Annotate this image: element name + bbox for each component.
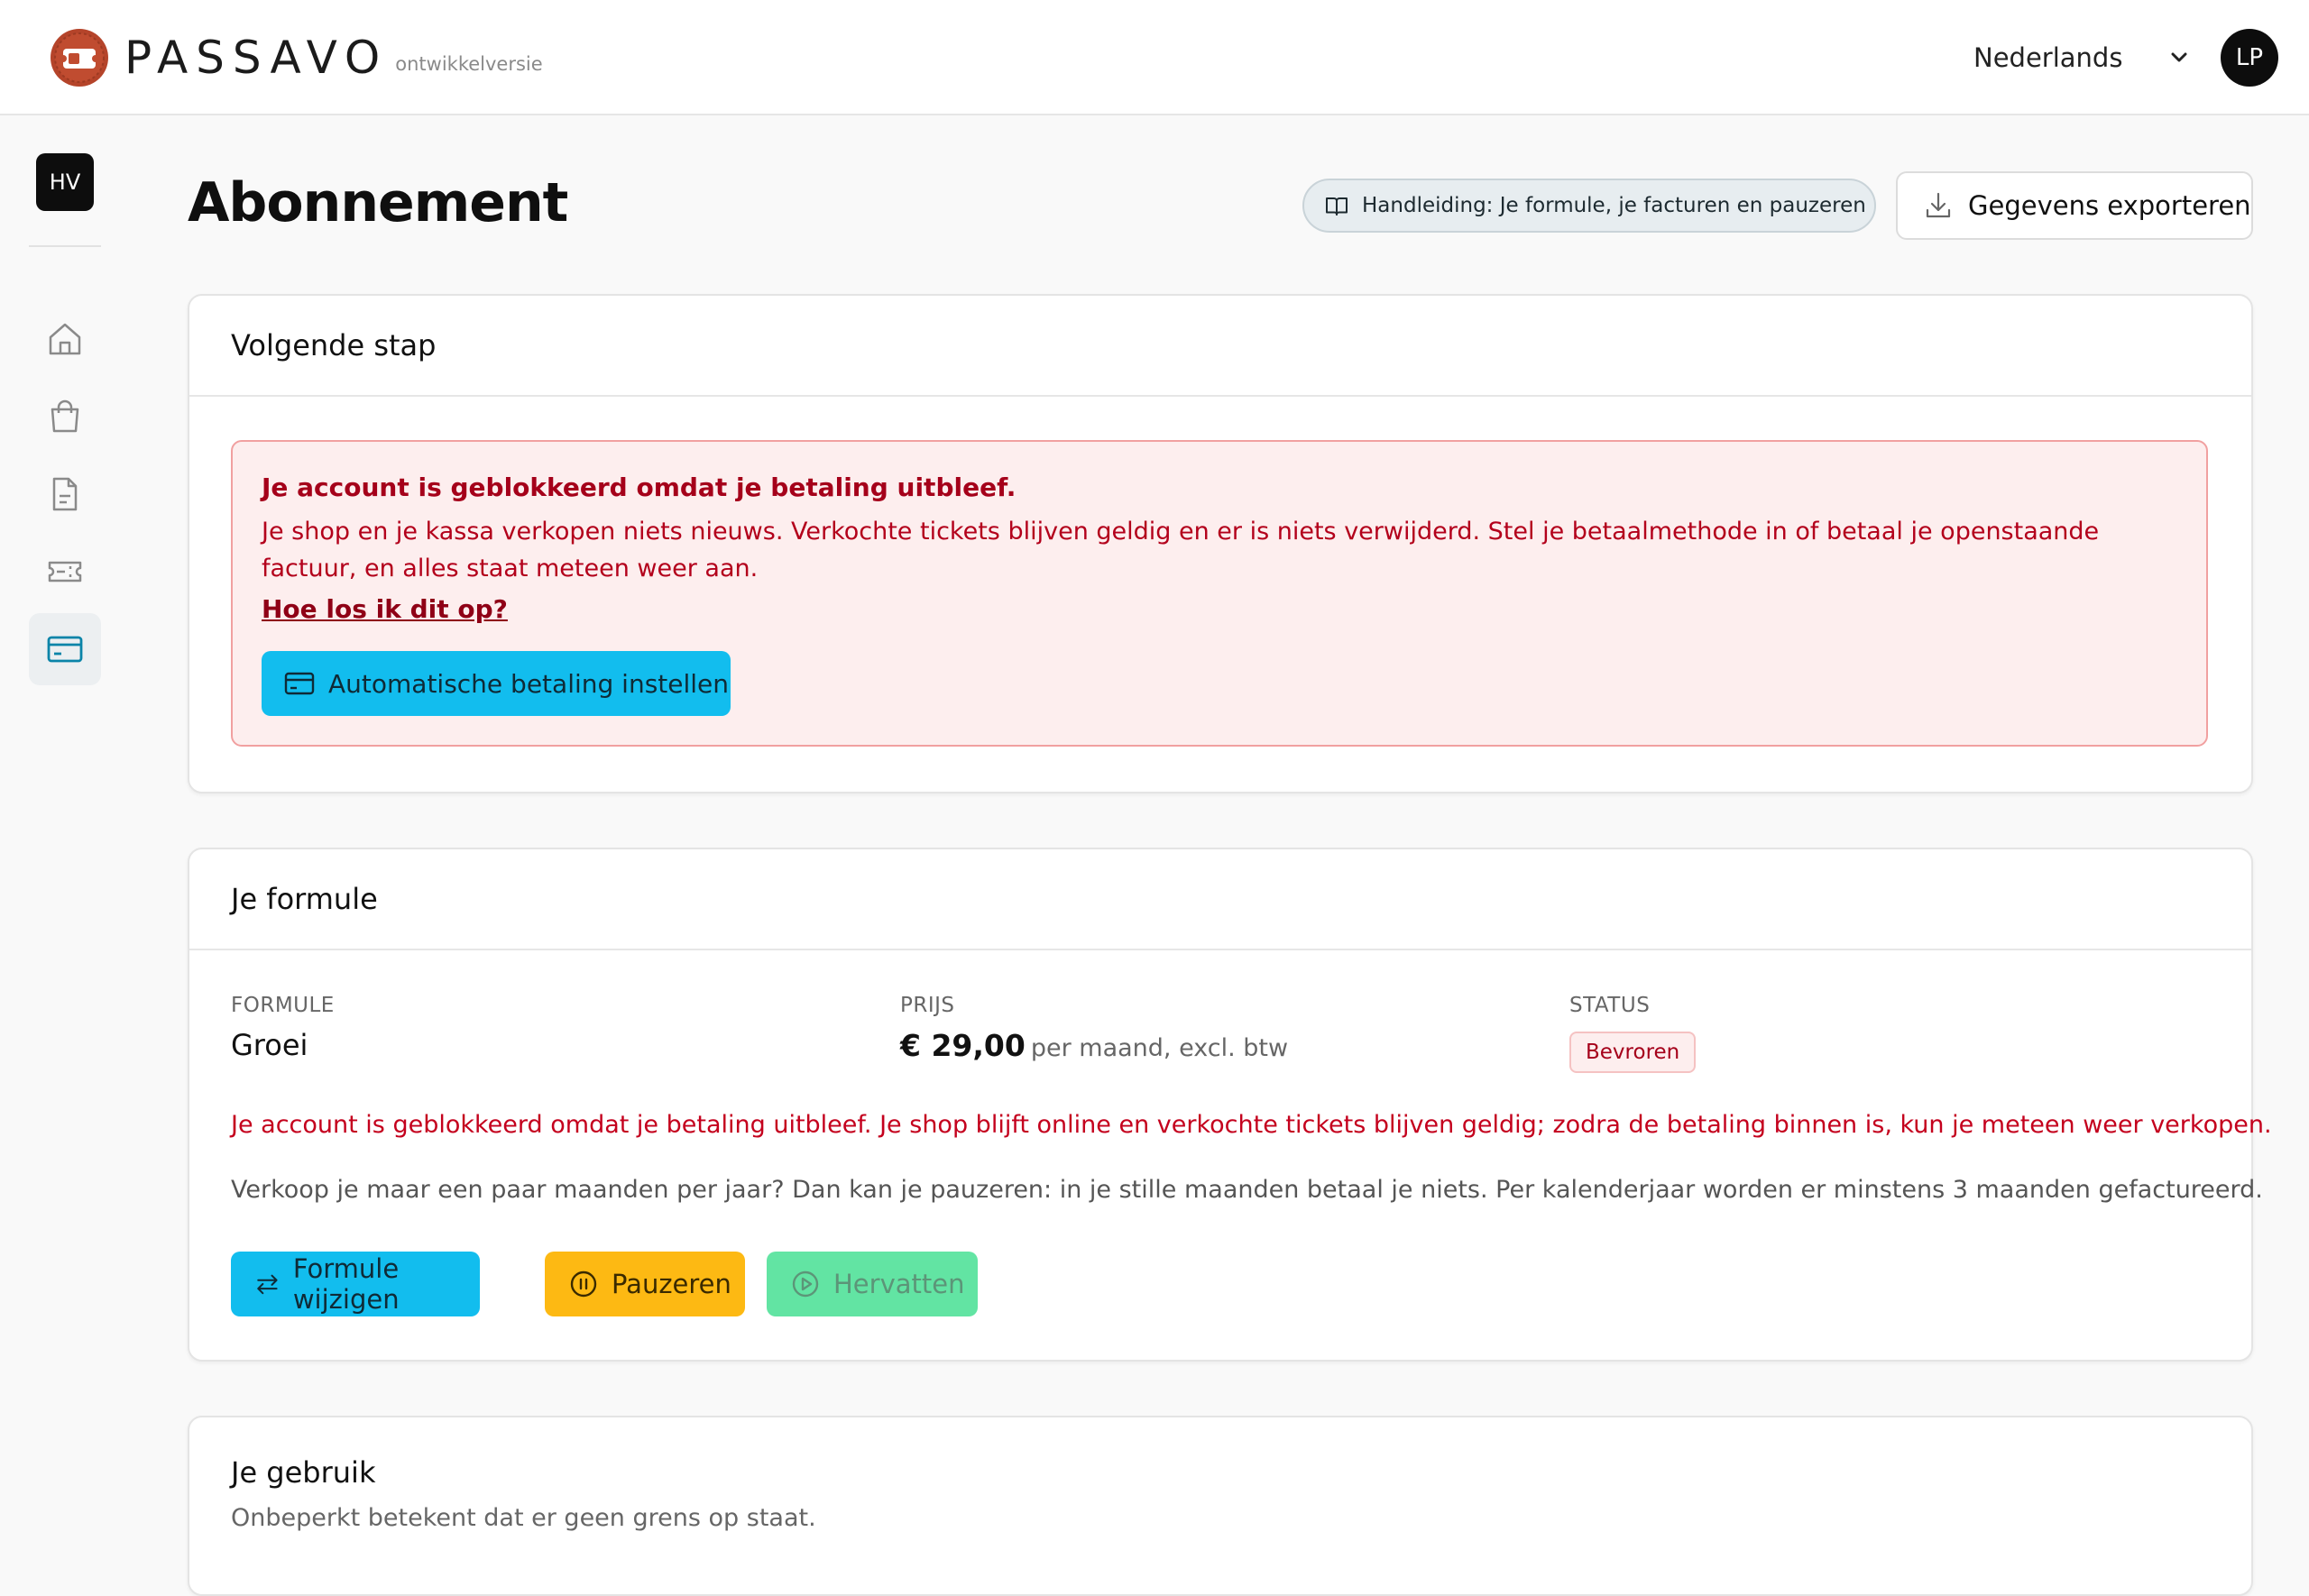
usage-subtitle: Onbeperkt betekent dat er geen grens op … bbox=[231, 1504, 816, 1532]
passavo-logo-icon bbox=[51, 29, 108, 87]
resume-button[interactable]: Hervatten bbox=[767, 1252, 978, 1316]
document-icon bbox=[52, 477, 78, 511]
guide-button-label: Handleiding: Je formule, je facturen en … bbox=[1362, 194, 1866, 217]
formula-value: Groei bbox=[231, 1028, 308, 1062]
chevron-down-icon[interactable] bbox=[2166, 47, 2192, 69]
price-value-row: € 29,00 per maand, excl. btw bbox=[900, 1028, 1288, 1063]
language-label: Nederlands bbox=[1973, 42, 2123, 73]
plan-card: Je formule FORMULE Groei PRIJS € 29,00 pe… bbox=[188, 848, 2272, 1362]
top-bar: PASSAVO ontwikkelversie Nederlands LP bbox=[0, 0, 2309, 115]
automatic-payment-button[interactable]: Automatische betaling instellen bbox=[262, 651, 731, 716]
ticket-icon bbox=[48, 561, 82, 582]
book-icon bbox=[1326, 197, 1348, 216]
workspace-badge[interactable]: HV bbox=[36, 153, 94, 211]
price-suffix: per maand, excl. btw bbox=[1030, 1034, 1289, 1062]
brand-logo[interactable]: PASSAVO ontwikkelversie bbox=[49, 27, 543, 88]
status-badge: Bevroren bbox=[1569, 1032, 1697, 1073]
change-plan-label: Formule wijzigen bbox=[292, 1253, 400, 1315]
arrows-swap-icon bbox=[257, 1274, 278, 1295]
usage-heading: Je gebruik bbox=[231, 1455, 376, 1490]
user-avatar[interactable]: LP bbox=[2221, 29, 2278, 87]
export-button[interactable]: Gegevens exporteren bbox=[1896, 171, 2253, 240]
price-value: € 29,00 bbox=[900, 1028, 1026, 1063]
help-link[interactable]: Hoe los ik dit op? bbox=[262, 594, 508, 624]
price-label: PRIJS bbox=[900, 994, 955, 1017]
shopping-bag-icon bbox=[51, 399, 79, 433]
usage-card: Je gebruik Onbeperkt betekent dat er gee… bbox=[188, 1416, 2253, 1596]
guide-button[interactable]: Handleiding: Je formule, je facturen en … bbox=[1302, 179, 1876, 233]
automatic-payment-label: Automatische betaling instellen bbox=[328, 668, 730, 699]
page-title: Abonnement bbox=[188, 171, 568, 234]
next-step-heading: Volgende stap bbox=[189, 296, 2251, 397]
status-label: STATUS bbox=[1569, 994, 1651, 1017]
sidebar-item-subscription[interactable] bbox=[29, 613, 101, 685]
download-icon bbox=[1926, 192, 1951, 218]
pause-label: Pauzeren bbox=[612, 1269, 731, 1299]
plan-info: Verkoop je maar een paar maanden per jaa… bbox=[231, 1176, 2263, 1204]
brand-environment: ontwikkelversie bbox=[395, 53, 543, 75]
pause-circle-icon bbox=[570, 1270, 597, 1298]
sidebar-item-documents[interactable] bbox=[29, 458, 101, 530]
credit-card-icon bbox=[284, 672, 315, 695]
sidebar-item-tickets[interactable] bbox=[29, 536, 101, 608]
sidebar-item-home[interactable] bbox=[29, 303, 101, 375]
home-icon bbox=[49, 323, 81, 355]
play-circle-icon bbox=[792, 1270, 819, 1298]
next-step-card: Volgende stap Je account is geblokkeerd … bbox=[188, 294, 2253, 793]
export-button-label: Gegevens exporteren bbox=[1968, 190, 2251, 221]
brand-name: PASSAVO bbox=[124, 32, 389, 84]
sidebar-divider bbox=[29, 245, 101, 247]
change-plan-button[interactable]: Formule wijzigen bbox=[231, 1252, 480, 1316]
plan-warning: Je account is geblokkeerd omdat je betal… bbox=[231, 1111, 2272, 1139]
resume-label: Hervatten bbox=[833, 1269, 965, 1299]
blocked-alert: Je account is geblokkeerd omdat je betal… bbox=[231, 440, 2208, 747]
alert-text: Je shop en je kassa verkopen niets nieuw… bbox=[262, 518, 2100, 582]
sidebar: HV bbox=[0, 117, 130, 1551]
formula-label: FORMULE bbox=[231, 994, 335, 1017]
credit-card-icon bbox=[47, 636, 83, 663]
alert-title: Je account is geblokkeerd omdat je betal… bbox=[262, 472, 1017, 502]
pause-button[interactable]: Pauzeren bbox=[545, 1252, 745, 1316]
sidebar-item-shop[interactable] bbox=[29, 381, 101, 453]
plan-heading: Je formule bbox=[189, 849, 2251, 950]
language-select[interactable]: Nederlands bbox=[1973, 38, 2122, 78]
